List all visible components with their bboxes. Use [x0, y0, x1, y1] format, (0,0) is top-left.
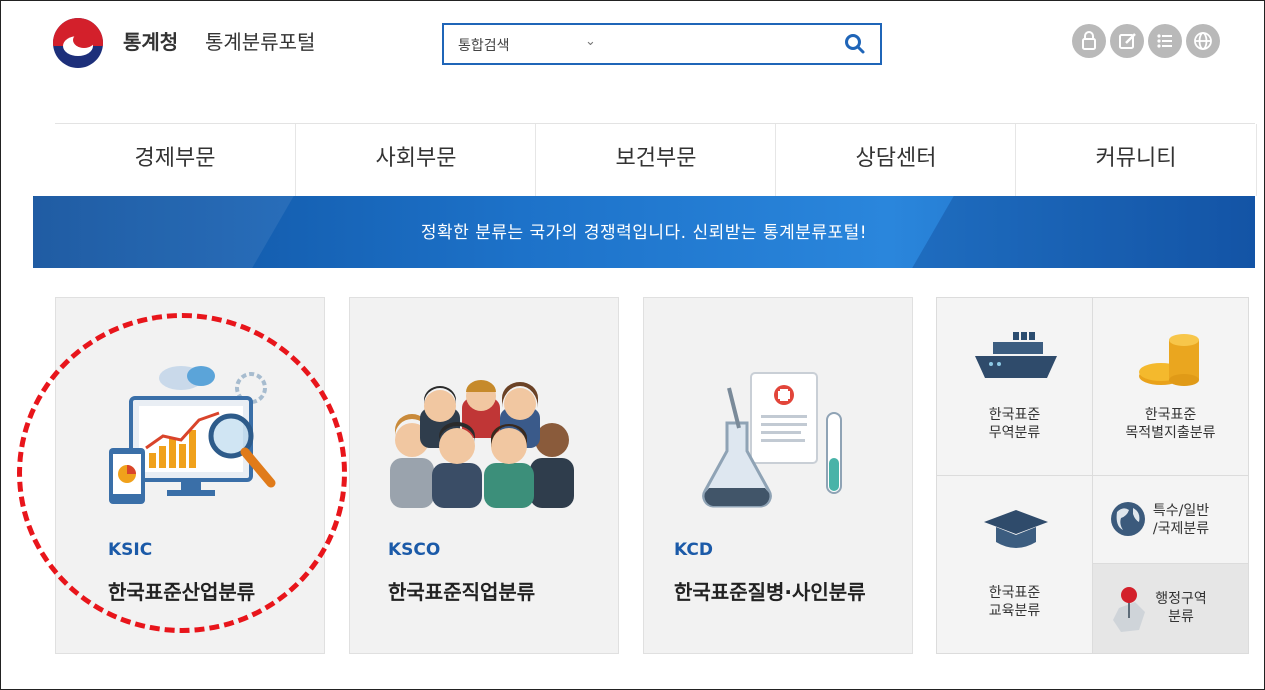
- card-title: 한국표준직업분류: [388, 580, 536, 604]
- card-kcd[interactable]: KCD 한국표준질병·사인분류: [643, 297, 913, 654]
- tile-expenditure[interactable]: 한국표준 목적별지출분류: [1093, 298, 1248, 476]
- card-code: KSCO: [388, 540, 441, 560]
- side-tiles: 한국표준 무역분류 한국표준 목적별지출분류 한국표준 교육분류 특수/일반 /…: [936, 297, 1249, 654]
- slogan-banner: 정확한 분류는 국가의 경쟁력입니다. 신뢰받는 통계분류포털!: [33, 196, 1255, 268]
- tile-label: 한국표준 목적별지출분류: [1125, 407, 1216, 441]
- coins-icon: [1139, 334, 1199, 386]
- card-ksic[interactable]: KSIC 한국표준산업분류: [55, 297, 325, 654]
- search-bar[interactable]: 통합검색 ⌄: [442, 23, 882, 65]
- lock-icon[interactable]: [1072, 24, 1106, 58]
- kostat-logo-icon[interactable]: [53, 18, 103, 68]
- globe-icon[interactable]: [1186, 24, 1220, 58]
- portal-name[interactable]: 통계분류포털: [205, 26, 315, 55]
- nav-community[interactable]: 커뮤니티: [1015, 124, 1257, 196]
- industry-analytics-illustration: [109, 366, 276, 504]
- cargo-ship-icon: [975, 332, 1057, 378]
- search-scope-select[interactable]: 통합검색: [458, 35, 510, 55]
- card-ksco[interactable]: KSCO 한국표준직업분류: [349, 297, 619, 654]
- nav-health[interactable]: 보건부문: [535, 124, 776, 196]
- tile-label: 한국표준 무역분류: [988, 407, 1041, 441]
- nav-consulting[interactable]: 상담센터: [775, 124, 1016, 196]
- list-icon[interactable]: [1148, 24, 1182, 58]
- tile-admin[interactable]: 행정구역 분류: [1093, 564, 1248, 653]
- main-nav: 경제부문 사회부문 보건부문 상담센터 커뮤니티: [55, 123, 1257, 196]
- tile-label: 특수/일반 /국제분류: [1152, 503, 1210, 537]
- banner-text: 정확한 분류는 국가의 경쟁력입니다. 신뢰받는 통계분류포털!: [420, 223, 868, 243]
- search-icon[interactable]: [844, 33, 866, 55]
- occupations-people-illustration: [390, 380, 574, 508]
- tile-label: 한국표준 교육분류: [988, 585, 1041, 619]
- card-title: 한국표준산업분류: [108, 580, 256, 604]
- tile-education[interactable]: 한국표준 교육분류: [937, 476, 1093, 653]
- tile-label: 행정구역 분류: [1155, 591, 1207, 625]
- tile-trade[interactable]: 한국표준 무역분류: [937, 298, 1093, 476]
- card-code: KCD: [674, 540, 713, 560]
- lab-flask-illustration: [702, 372, 842, 508]
- card-code: KSIC: [108, 540, 153, 560]
- nav-society[interactable]: 사회부문: [295, 124, 536, 196]
- graduation-cap-icon: [984, 510, 1048, 548]
- tile-special[interactable]: 특수/일반 /국제분류: [1093, 476, 1248, 564]
- edit-icon[interactable]: [1110, 24, 1144, 58]
- card-title: 한국표준질병·사인분류: [674, 580, 866, 604]
- brand-name[interactable]: 통계청: [123, 26, 178, 55]
- chevron-down-icon[interactable]: ⌄: [585, 34, 596, 49]
- nav-economy[interactable]: 경제부문: [55, 124, 295, 196]
